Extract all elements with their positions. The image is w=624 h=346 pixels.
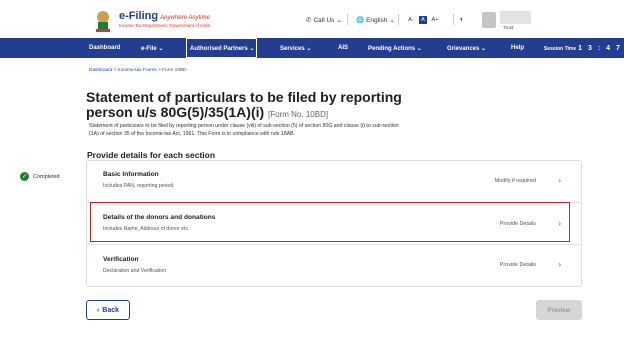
font-size-controls: A- A A+ <box>407 16 439 24</box>
chevron-down-icon: ⌄ <box>306 46 312 52</box>
status-badge: ✓ Completed <box>20 172 60 181</box>
chevron-left-icon: ‹ <box>96 306 100 314</box>
chevron-right-icon: › <box>558 176 561 185</box>
emblem-icon <box>96 11 110 32</box>
user-type-label: Trust <box>503 25 514 30</box>
section-row-verification[interactable]: Verification Declaration and Verificatio… <box>87 244 581 286</box>
nav-focus-outline <box>186 38 257 58</box>
nav-ais[interactable]: AIS <box>338 45 348 51</box>
section-action: Modify if required <box>494 178 536 184</box>
check-circle-icon: ✓ <box>20 172 29 181</box>
session-timer: Session Time 1 3 : 4 7 <box>544 45 622 52</box>
chevron-down-icon: ⌄ <box>416 46 422 52</box>
nav-services[interactable]: Services ⌄ <box>280 45 311 52</box>
language-label: English <box>366 16 388 24</box>
preview-button[interactable]: Preview <box>536 300 582 320</box>
call-us-label: Call Us <box>313 16 335 24</box>
logo-subtitle: Income Tax Department, Government of Ind… <box>119 23 210 28</box>
font-normal-button[interactable]: A <box>419 16 427 24</box>
breadcrumb-current: Form 10BD <box>162 68 187 73</box>
contrast-toggle[interactable]: ◐ <box>460 16 464 23</box>
status-label: Completed <box>33 173 60 180</box>
logo-tagline: Anywhere Anytime <box>160 15 210 21</box>
section-row-basic-information[interactable]: Basic Information Includes PAN, reportin… <box>87 160 581 202</box>
chevron-down-icon: ⌄ <box>389 17 395 24</box>
section-title: Basic Information <box>103 171 159 178</box>
page-title: Statement of particulars to be filed by … <box>86 89 402 120</box>
breadcrumb-income-tax-forms[interactable]: Income-tax Forms <box>118 68 157 73</box>
phone-icon: ✆ <box>306 17 312 24</box>
user-name-redacted <box>500 11 531 24</box>
section-subtitle: Declaration and Verification <box>103 268 167 274</box>
language-menu[interactable]: 🌐 English ⌄ <box>356 16 395 25</box>
font-increase-button[interactable]: A+ <box>431 16 439 24</box>
highlight-box <box>90 202 570 242</box>
section-heading: Provide details for each section <box>87 150 216 160</box>
chevron-down-icon: ⌄ <box>336 17 342 24</box>
contrast-icon: ◐ <box>460 16 464 23</box>
call-us-menu[interactable]: ✆ Call Us ⌄ <box>306 16 342 25</box>
logo-title[interactable]: e-Filing Anywhere Anytime <box>119 10 210 22</box>
globe-icon: 🌐 <box>356 17 365 24</box>
chevron-down-icon: ⌄ <box>158 46 164 52</box>
nav-pending-actions[interactable]: Pending Actions ⌄ <box>368 45 422 52</box>
top-bar: e-Filing Anywhere Anytime Income Tax Depa… <box>0 0 624 38</box>
back-button[interactable]: ‹ Back <box>86 300 130 320</box>
nav-dashboard[interactable]: Dashboard <box>89 45 120 51</box>
breadcrumb: Dashboard > Income-tax Forms > Form 10BD <box>89 68 187 73</box>
section-action: Provide Details <box>499 262 536 268</box>
breadcrumb-dashboard[interactable]: Dashboard <box>89 68 112 73</box>
section-title: Verification <box>103 256 139 263</box>
avatar[interactable] <box>482 12 496 28</box>
nav-grievances[interactable]: Grievances ⌄ <box>447 45 486 52</box>
font-decrease-button[interactable]: A- <box>407 16 415 24</box>
form-number: [Form No. 10BD] <box>268 110 329 119</box>
chevron-down-icon: ⌄ <box>481 46 487 52</box>
nav-e-file[interactable]: e-File ⌄ <box>141 45 163 52</box>
nav-help[interactable]: Help <box>511 45 524 51</box>
chevron-right-icon: › <box>558 260 561 269</box>
section-subtitle: Includes PAN, reporting period <box>103 183 174 189</box>
main-nav: Dashboard e-File ⌄ Authorised Partners ⌄… <box>0 38 624 58</box>
page-description: Statement of particulars to be filed by … <box>89 123 399 137</box>
